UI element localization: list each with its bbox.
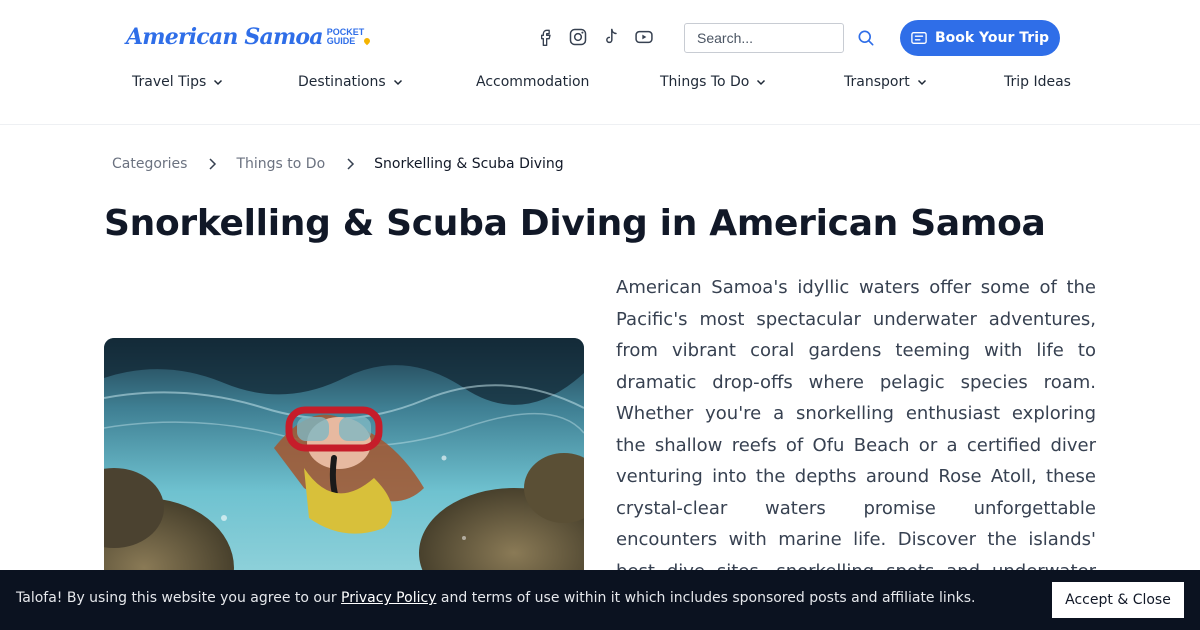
book-button-label: Book Your Trip (934, 30, 1050, 46)
facebook-icon[interactable] (535, 27, 555, 47)
social-links (535, 27, 654, 47)
youtube-icon[interactable] (634, 27, 654, 47)
cookie-text: Talofa! By using this website you agree … (16, 590, 976, 606)
nav-item-trip-ideas[interactable]: Trip Ideas (1004, 74, 1071, 90)
breadcrumb-item-categories[interactable]: Categories (112, 156, 187, 172)
site-header: American Samoa POCKET GUIDE Book Your Tr… (0, 0, 1200, 125)
nav-item-things-to-do[interactable]: Things To Do (660, 74, 766, 90)
cookie-banner: Talofa! By using this website you agree … (0, 570, 1200, 630)
privacy-policy-link[interactable]: Privacy Policy (341, 590, 436, 606)
instagram-icon[interactable] (568, 27, 588, 47)
page-title: Snorkelling & Scuba Diving in American S… (104, 203, 1046, 244)
nav-label: Travel Tips (132, 74, 207, 90)
site-logo[interactable]: American Samoa POCKET GUIDE (126, 24, 372, 50)
nav-item-accommodation[interactable]: Accommodation (476, 74, 589, 90)
book-your-trip-button[interactable]: Book Your Trip (900, 20, 1060, 56)
nav-item-destinations[interactable]: Destinations (298, 74, 403, 90)
accept-close-button[interactable]: Accept & Close (1052, 582, 1184, 618)
breadcrumb-item-things-to-do[interactable]: Things to Do (236, 156, 325, 172)
chevron-down-icon (917, 79, 926, 86)
chevron-down-icon (393, 79, 402, 86)
logo-badge-line-2: GUIDE (326, 36, 356, 46)
nav-label: Things To Do (660, 74, 750, 90)
map-pin-icon (363, 36, 372, 46)
chevron-right-icon (347, 158, 355, 170)
breadcrumb-item-current: Snorkelling & Scuba Diving (374, 156, 564, 172)
cookie-text-before: Talofa! By using this website you agree … (16, 590, 342, 606)
tiktok-icon[interactable] (601, 27, 621, 47)
chevron-down-icon (214, 79, 223, 86)
logo-text: American Samoa (126, 24, 324, 50)
nav-label: Transport (844, 74, 910, 90)
nav-label: Trip Ideas (1004, 74, 1071, 90)
main-nav: Travel Tips Destinations Accommodation T… (0, 74, 1200, 98)
nav-item-transport[interactable]: Transport (844, 74, 927, 90)
ticket-icon (911, 32, 927, 44)
chevron-down-icon (757, 79, 766, 86)
chevron-right-icon (209, 158, 217, 170)
breadcrumb: Categories Things to Do Snorkelling & Sc… (112, 156, 564, 172)
search-icon[interactable] (856, 28, 876, 48)
logo-badge: POCKET GUIDE (326, 28, 372, 46)
search-input[interactable] (684, 23, 844, 53)
nav-label: Accommodation (476, 74, 590, 90)
nav-item-travel-tips[interactable]: Travel Tips (132, 74, 223, 90)
cookie-text-after: and terms of use within it which include… (436, 590, 976, 606)
nav-label: Destinations (298, 74, 386, 90)
